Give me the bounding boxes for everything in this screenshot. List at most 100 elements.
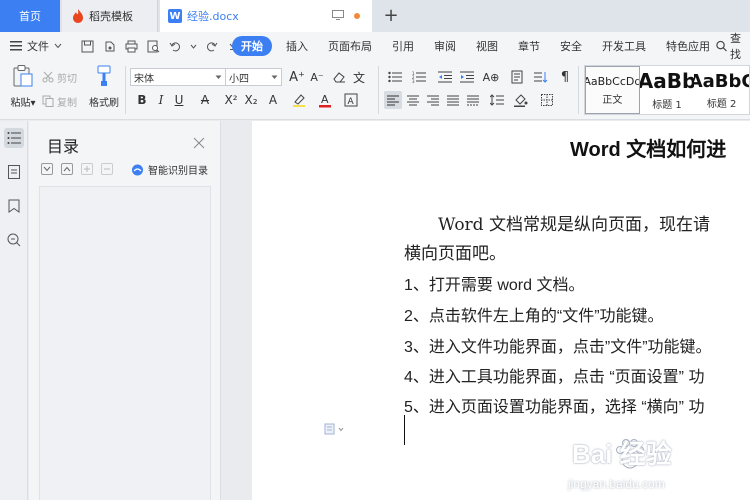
style-heading-2[interactable]: AaBbC 标题 2 — [694, 66, 749, 114]
save-icon[interactable] — [79, 38, 95, 54]
style-normal[interactable]: AaBbCcDd 正文 — [585, 66, 640, 114]
format-painter-label: 格式刷 — [89, 98, 119, 109]
numbered-list-button[interactable]: 123 — [410, 68, 428, 86]
print-icon[interactable] — [123, 38, 139, 54]
increase-indent-button[interactable] — [458, 68, 476, 86]
align-right-button[interactable] — [424, 91, 442, 109]
highlight-button[interactable] — [290, 91, 308, 109]
font-name-select[interactable]: 宋体 — [130, 68, 226, 86]
cut-label: 剪切 — [57, 73, 77, 85]
distribute-icon — [467, 95, 479, 105]
borders-icon — [541, 94, 553, 106]
intro-line-2: 横向页面吧。 — [404, 244, 506, 264]
line-spacing-button[interactable] — [488, 91, 506, 109]
tab-review[interactable]: 审阅 — [424, 32, 466, 60]
monitor-icon[interactable] — [332, 10, 344, 20]
bookmark-icon — [8, 199, 20, 213]
redo-icon[interactable] — [203, 38, 219, 54]
navigation-strip — [0, 121, 28, 500]
italic-icon: I — [158, 93, 164, 107]
chinese-layout-button[interactable]: A⊕ — [482, 68, 500, 86]
shading-button[interactable] — [512, 91, 530, 109]
export-icon[interactable] — [101, 38, 117, 54]
tab-home[interactable]: 首页 — [0, 0, 60, 32]
grow-font-button[interactable]: A⁺ — [288, 68, 306, 86]
undo-dropdown-icon[interactable] — [189, 38, 197, 54]
new-tab-button[interactable]: + — [380, 4, 402, 26]
shrink-font-button[interactable]: A⁻ — [308, 68, 326, 86]
smart-toc-button[interactable]: 智能识别目录 — [131, 162, 208, 177]
char-border-button[interactable]: A — [342, 91, 360, 109]
distribute-button[interactable] — [464, 91, 482, 109]
format-painter-button[interactable]: 格式刷 — [86, 64, 122, 116]
font-size-select[interactable]: 小四 — [226, 68, 282, 86]
find-button[interactable] — [4, 230, 24, 250]
undo-icon[interactable] — [167, 38, 183, 54]
bookmark-button[interactable] — [4, 196, 24, 216]
tab-template[interactable]: 稻壳模板 — [62, 0, 158, 32]
add-toc-item-button[interactable] — [81, 163, 93, 175]
cut-button[interactable]: 剪切 — [42, 66, 77, 88]
underline-button[interactable]: U — [170, 91, 188, 109]
show-hide-marks-button[interactable] — [508, 68, 526, 86]
font-color-button[interactable]: A — [316, 91, 334, 109]
text-effect-button[interactable]: A — [264, 91, 282, 109]
tab-start[interactable]: 开始 — [232, 36, 272, 56]
paragraph-mark-button[interactable]: ¶ — [556, 68, 574, 86]
close-icon[interactable] — [193, 137, 205, 149]
step-2: 2、点击软件左上角的“文件”功能键。 — [404, 308, 664, 325]
align-left-button[interactable] — [384, 91, 402, 109]
paste-icon — [13, 65, 33, 87]
menu-bar: 文件 开始 插入 页面布局 引用 审阅 视图 章节 安全 开发工具 特色应用 查… — [0, 32, 750, 61]
remove-toc-item-button[interactable] — [101, 163, 113, 175]
subscript-button[interactable]: X₂ — [242, 91, 260, 109]
search-icon — [716, 40, 727, 52]
collapse-all-button[interactable] — [61, 163, 73, 175]
tab-security[interactable]: 安全 — [550, 32, 592, 60]
copy-button[interactable]: 复制 — [42, 90, 77, 112]
clear-format-button[interactable] — [330, 68, 348, 86]
strikethrough-button[interactable]: A — [196, 91, 214, 109]
expand-all-button[interactable] — [41, 163, 53, 175]
tab-insert[interactable]: 插入 — [276, 32, 318, 60]
style-heading-1[interactable]: AaBb 标题 1 — [640, 66, 695, 114]
subscript-icon: X₂ — [244, 93, 258, 107]
brush-icon — [97, 65, 111, 86]
phonetic-guide-icon: 文 — [352, 70, 365, 85]
bold-button[interactable]: B — [133, 91, 151, 109]
text-cursor — [404, 415, 405, 445]
decrease-indent-button[interactable] — [436, 68, 454, 86]
print-preview-icon[interactable] — [145, 38, 161, 54]
tab-developer[interactable]: 开发工具 — [592, 32, 656, 60]
justify-button[interactable] — [444, 91, 462, 109]
toc-panel-button[interactable] — [4, 128, 24, 148]
bullet-list-button[interactable] — [386, 68, 404, 86]
paste-options-icon[interactable] — [324, 423, 346, 435]
toc-title: 目录 — [47, 137, 80, 156]
style-heading-2-name: 标题 2 — [706, 98, 737, 110]
tab-document[interactable]: W 经验.docx — [160, 0, 372, 32]
shrink-font-icon: A⁻ — [310, 70, 324, 84]
italic-button[interactable]: I — [152, 91, 170, 109]
tab-template-label: 稻壳模板 — [89, 10, 133, 23]
sort-button[interactable] — [532, 68, 550, 86]
minus-icon — [104, 168, 110, 170]
paste-button[interactable]: 粘贴▾ — [6, 64, 40, 116]
tab-chapter[interactable]: 章节 — [508, 32, 550, 60]
toc-list-icon — [7, 132, 21, 144]
smart-toc-label: 智能识别目录 — [148, 166, 208, 177]
tab-view[interactable]: 视图 — [466, 32, 508, 60]
chinese-layout-icon: A⊕ — [482, 70, 500, 84]
superscript-button[interactable]: X² — [222, 91, 240, 109]
chapter-nav-button[interactable] — [4, 162, 24, 182]
file-menu[interactable]: 文件 — [0, 38, 70, 54]
tab-special[interactable]: 特色应用 — [656, 32, 720, 60]
phonetic-guide-button[interactable]: 文 — [350, 68, 368, 86]
tab-references[interactable]: 引用 — [382, 32, 424, 60]
search-button[interactable]: 查找 — [716, 32, 750, 61]
borders-button[interactable] — [538, 91, 556, 109]
align-center-button[interactable] — [404, 91, 422, 109]
tab-page-layout[interactable]: 页面布局 — [318, 32, 382, 60]
svg-text:3: 3 — [412, 79, 415, 83]
superscript-icon: X² — [224, 93, 238, 107]
